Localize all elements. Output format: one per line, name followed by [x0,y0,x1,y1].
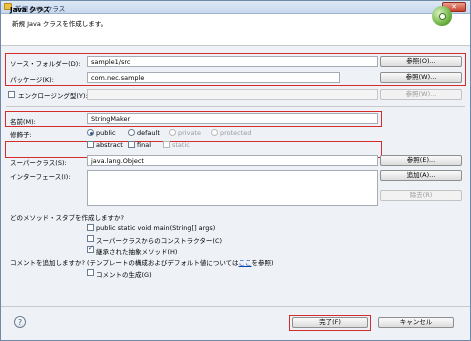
highlight-name-field [5,111,382,127]
template-link[interactable]: ここ [239,259,252,267]
inherited-methods-checkbox[interactable]: ✓ [87,244,94,253]
comments-question: コメントを追加しますか? (テンプレートの構成およびデフォルト値についてはここを… [10,257,274,267]
package-input[interactable]: com.nec.sample [87,72,340,83]
final-checkbox[interactable] [128,141,135,148]
superclass-input[interactable]: java.lang.Object [87,155,378,166]
help-icon[interactable]: ? [14,316,26,328]
final-label: final [137,141,152,149]
interfaces-list[interactable] [87,170,378,206]
header-title: Java クラス [10,6,50,14]
default-radio[interactable] [128,129,135,136]
generate-comments-checkbox[interactable] [87,269,94,276]
protected-label: protected [220,129,252,137]
footer-separator [1,306,470,307]
finish-button[interactable]: 完了(F) [292,317,368,328]
superclass-label: スーパークラス(S): [10,159,67,167]
check-mark-icon: ✓ [88,244,94,252]
comments-question-suffix: を参照) [251,259,274,267]
package-browse-button[interactable]: 参照(W)... [380,72,462,83]
source-folder-input[interactable]: sample1/src [87,56,378,67]
main-method-label: public static void main(String[] args) [96,224,216,232]
constructor-checkbox[interactable] [87,235,94,242]
wizard-logo-dot [439,13,446,20]
public-label: public [96,129,116,137]
remove-interface-button[interactable]: 除去(R) [380,190,462,201]
main-method-checkbox[interactable] [87,224,94,231]
public-radio[interactable] [87,129,94,136]
protected-radio[interactable] [211,129,218,136]
superclass-browse-button[interactable]: 参照(E)... [380,155,462,166]
inherited-methods-label: 継承された抽象メソッド(H) [96,248,178,256]
add-interface-button[interactable]: 追加(A)... [380,170,462,181]
header-description: 新規 Java クラスを作成します。 [12,20,108,28]
abstract-label: abstract [96,141,123,149]
stubs-question: どのメソッド・スタブを作成しますか? [10,214,124,222]
source-folder-label: ソース・フォルダー(D): [10,60,81,68]
enclosing-type-checkbox[interactable] [8,91,15,98]
enclosing-type-label: エンクロージング型(Y): [18,92,88,100]
private-radio[interactable] [169,129,176,136]
enclosing-type-input[interactable] [87,89,378,100]
enclosing-type-browse-button[interactable]: 参照(W)... [380,89,462,100]
cancel-button[interactable]: キャンセル [378,317,454,328]
source-folder-browse-button[interactable]: 参照(O)... [380,56,462,67]
comments-question-text: コメントを追加しますか? (テンプレートの構成およびデフォルト値については [10,259,239,267]
static-checkbox[interactable] [163,141,170,148]
title-bar[interactable] [1,1,470,14]
modifiers-label: 修飾子: [10,131,32,139]
abstract-checkbox[interactable] [87,141,94,148]
interfaces-label: インターフェース(I): [10,173,71,181]
static-label: static [172,141,190,149]
default-label: default [137,129,160,137]
package-label: パッケージ(K): [10,76,54,84]
private-label: private [178,129,201,137]
constructor-label: スーパークラスからのコンストラクター(C) [96,237,223,245]
separator [6,106,465,107]
generate-comments-label: コメントの生成(G) [96,271,152,279]
